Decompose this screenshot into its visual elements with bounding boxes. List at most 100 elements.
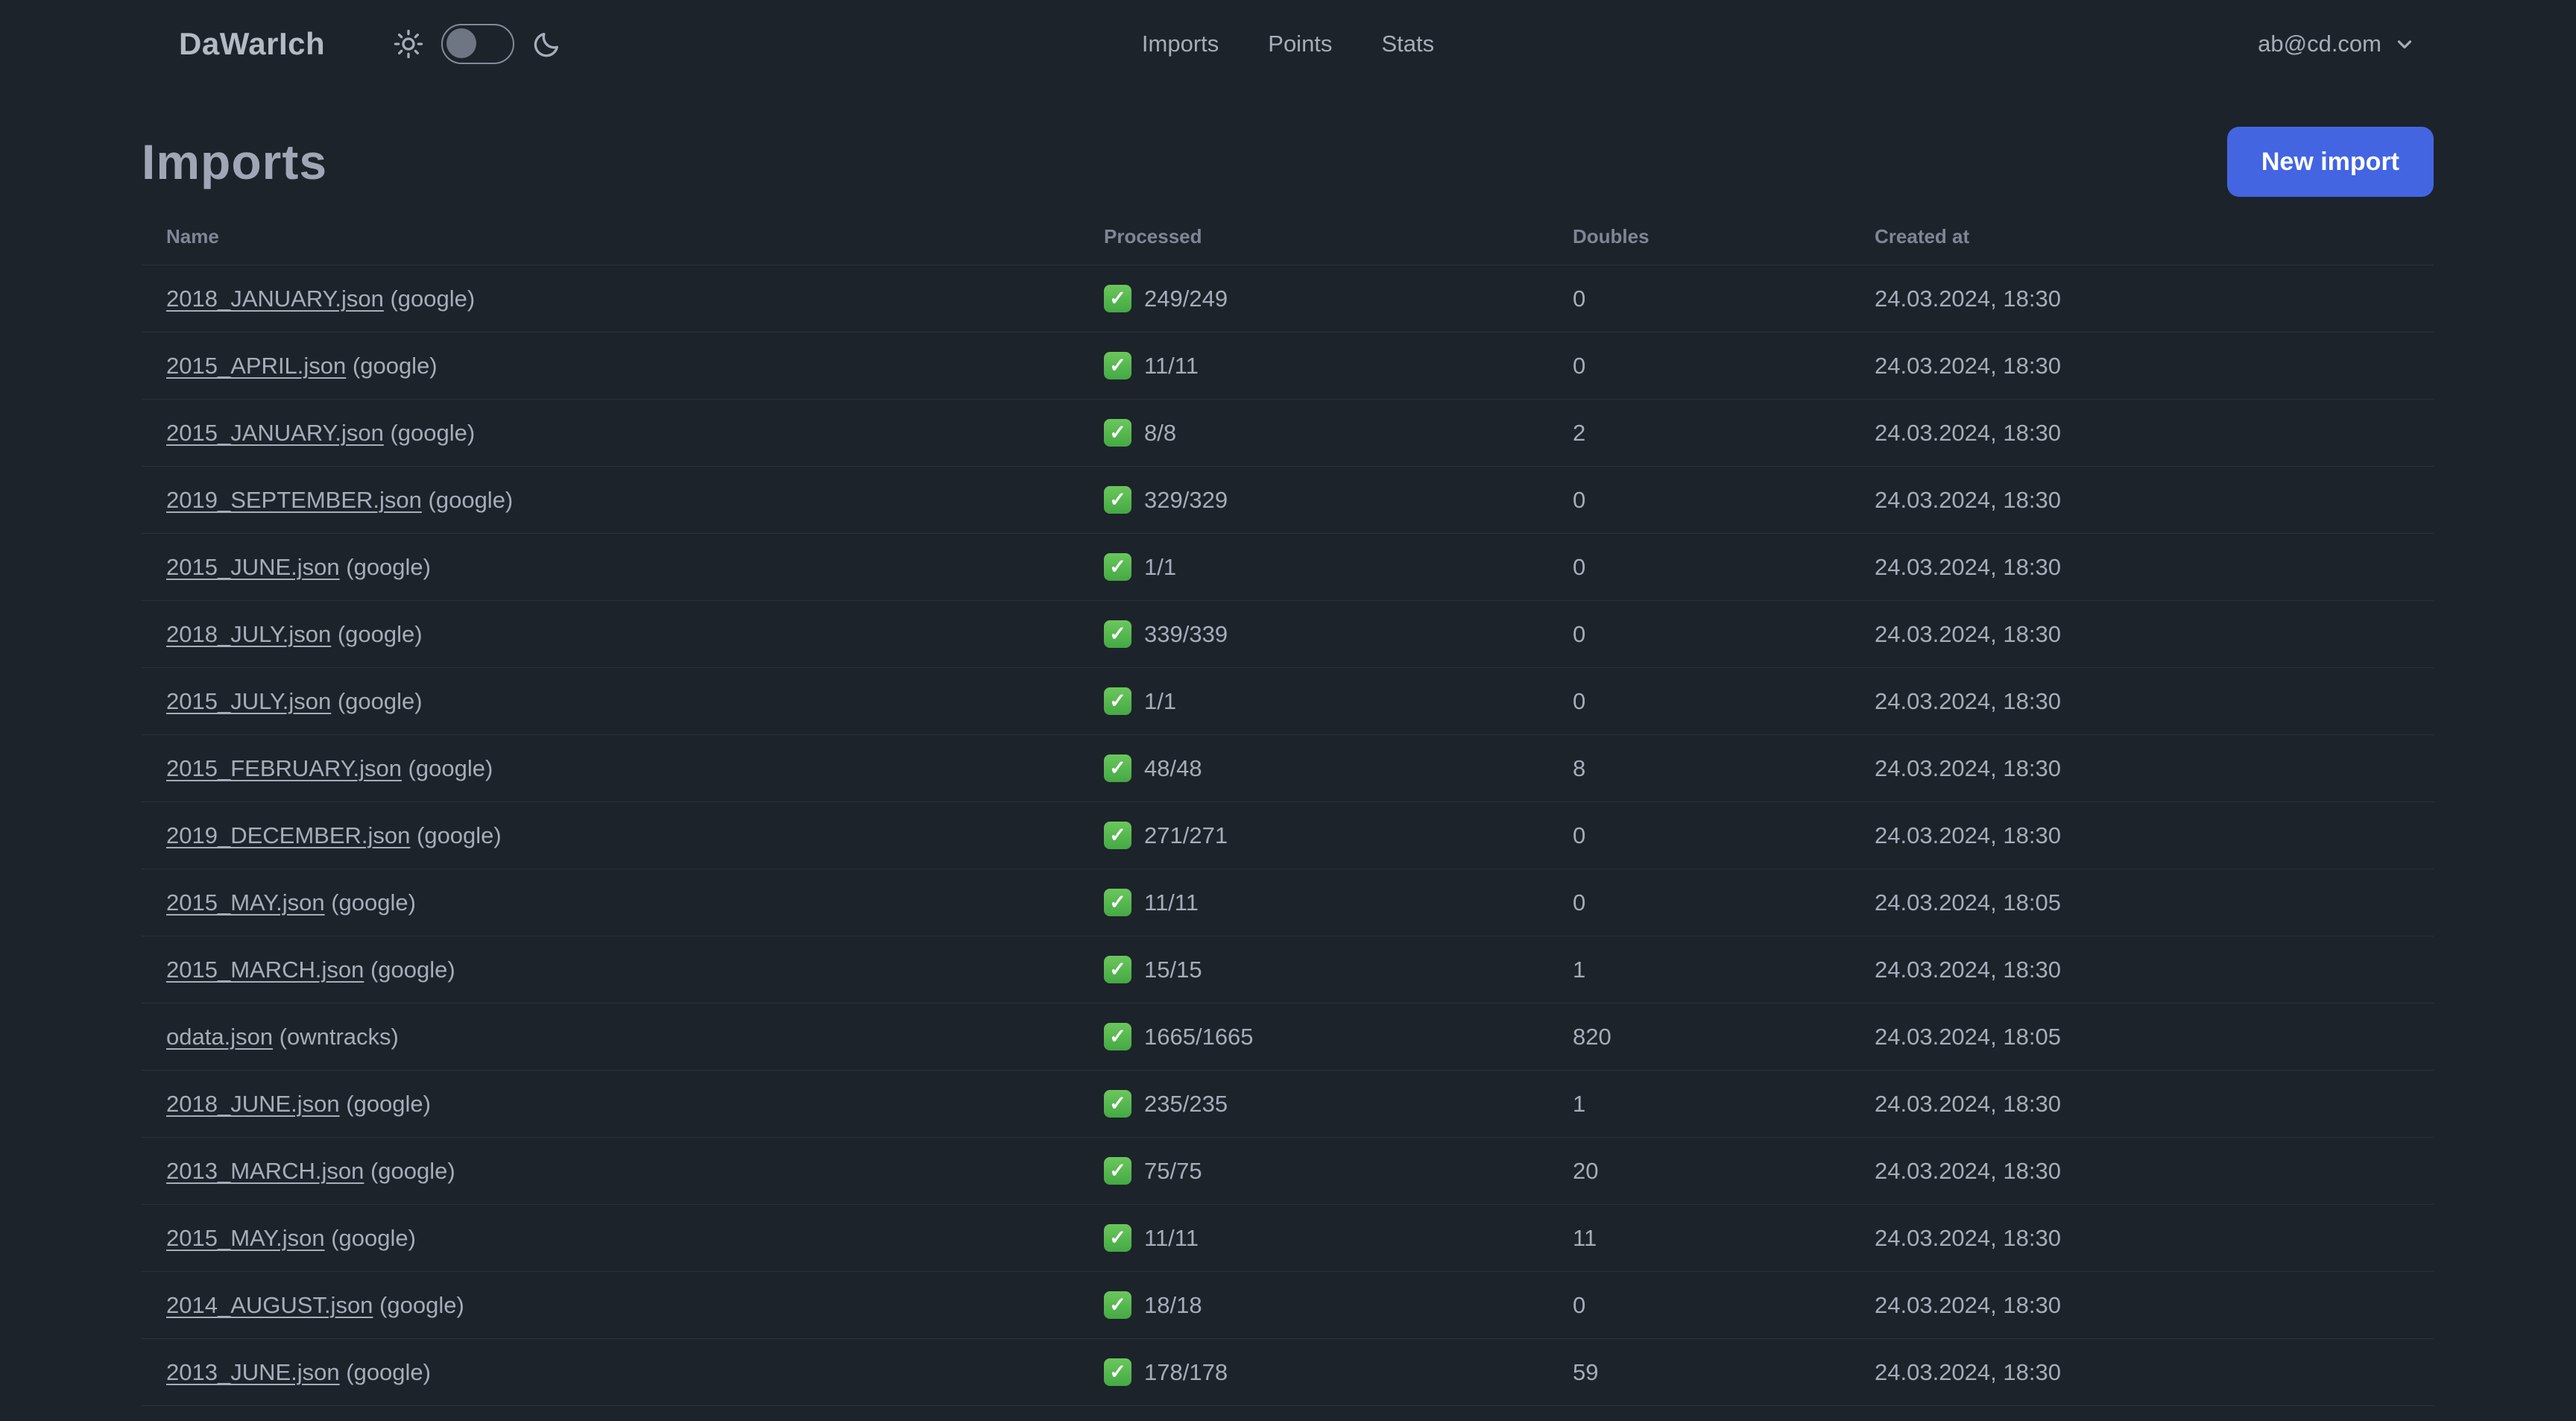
processed-count: 75/75 [1144,1157,1202,1184]
file-link[interactable]: 2015_APRIL.json [166,353,346,379]
table-row: 2018_JUNE.json (google) ✓ 235/235 1 24.0… [142,1070,2434,1137]
created-at: 24.03.2024, 18:30 [1875,419,2061,446]
doubles-count: 59 [1573,1358,1599,1385]
file-link[interactable]: 2015_MAY.json [166,889,325,916]
doubles-count: 0 [1573,620,1586,647]
file-link[interactable]: 2015_MARCH.json [166,957,364,983]
name-cell: 2015_MAY.json (google) [166,1225,1104,1252]
check-mark-button-emoji: ✓ [1104,754,1131,782]
processed-count: 249/249 [1144,285,1228,312]
row-source: (google) [364,956,455,983]
file-link[interactable]: 2014_AUGUST.json [166,1292,373,1318]
row-source: (google) [383,285,476,312]
table-row: 2015_FEBRUARY.json (google) ✓ 48/48 8 24… [142,734,2434,801]
main-content: Imports New import Name Processed Double… [142,127,2434,1421]
name-cell: 2015_APRIL.json (google) [166,353,1104,379]
row-source: (google) [410,822,502,848]
processed-count: 11/11 [1144,352,1199,379]
account-menu[interactable]: ab@cd.com [2258,31,2416,57]
row-source: (google) [421,486,514,513]
row-source: (google) [324,889,416,916]
doubles-count: 0 [1573,889,1586,916]
table-row: 2015_JULY.json (google) ✓ 1/1 0 24.03.20… [142,667,2434,734]
file-link[interactable]: 2013_MARCH.json [166,1158,364,1184]
name-cell: 2013_MARCH.json (google) [166,1158,1104,1185]
file-link[interactable]: odata.json [166,1024,273,1050]
name-cell: 2015_MAY.json (google) [166,889,1104,916]
file-link[interactable]: 2015_MAY.json [166,1225,325,1251]
table-row: 2018_JANUARY.json (google) ✓ 249/249 0 2… [142,265,2434,332]
name-cell: 2014_AUGUST.json (google) [166,1292,1104,1319]
check-mark-button-emoji: ✓ [1104,285,1131,312]
doubles-count: 0 [1573,687,1586,714]
processed-cell: ✓ 15/15 [1104,956,1573,983]
processed-count: 48/48 [1144,754,1202,781]
table-row: 2015_APRIL.json (google) ✓ 11/11 0 24.03… [142,332,2434,399]
doubles-count: 11 [1573,1224,1597,1251]
row-source: (google) [383,419,476,446]
file-link[interactable]: 2018_JULY.json [166,621,331,647]
row-source: (google) [331,687,423,714]
check-mark-button-emoji: ✓ [1104,1358,1131,1386]
file-link[interactable]: 2013_JUNE.json [166,1359,340,1385]
account-email: ab@cd.com [2258,31,2381,57]
processed-cell: ✓ 11/11 [1104,352,1573,379]
processed-cell: ✓ 271/271 [1104,822,1573,849]
doubles-count: 1 [1573,1090,1586,1117]
name-cell: odata.json (owntracks) [166,1024,1104,1050]
created-at: 24.03.2024, 18:30 [1875,956,2061,983]
processed-count: 15/15 [1144,956,1202,983]
created-at: 24.03.2024, 18:30 [1875,285,2061,312]
processed-cell: ✓ 8/8 [1104,419,1573,447]
file-link[interactable]: 2015_JANUARY.json [166,420,384,446]
chevron-down-icon [2393,33,2416,55]
nav-link-imports[interactable]: Imports [1142,31,1219,57]
check-mark-button-emoji: ✓ [1104,352,1131,379]
name-cell: 2015_JULY.json (google) [166,688,1104,715]
page-title: Imports [142,134,328,189]
doubles-count: 8 [1573,754,1586,781]
table-row: 2019_SEPTEMBER.json (google) ✓ 329/329 0… [142,466,2434,533]
file-link[interactable]: 2015_FEBRUARY.json [166,755,402,781]
file-link[interactable]: 2015_JUNE.json [166,554,340,580]
nav-link-points[interactable]: Points [1268,31,1332,57]
page-head: Imports New import [142,127,2434,197]
table-row: 2015_MAY.json (google) ✓ 11/11 0 24.03.2… [142,869,2434,936]
processed-cell: ✓ 11/11 [1104,889,1573,916]
check-mark-button-emoji: ✓ [1104,956,1131,983]
table-row: 2015_MAY.json (google) ✓ 11/11 11 24.03.… [142,1204,2434,1271]
row-source: (google) [324,1224,416,1251]
check-mark-button-emoji: ✓ [1104,419,1131,447]
file-link[interactable]: 2018_JANUARY.json [166,286,384,312]
created-at: 24.03.2024, 18:30 [1875,1157,2061,1184]
file-link[interactable]: 2019_SEPTEMBER.json [166,487,422,513]
file-link[interactable]: 2018_JUNE.json [166,1091,340,1117]
processed-cell: ✓ 48/48 [1104,754,1573,782]
doubles-count: 0 [1573,553,1586,580]
nav-link-stats[interactable]: Stats [1381,31,1434,57]
new-import-button[interactable]: New import [2226,127,2434,197]
check-mark-button-emoji: ✓ [1104,553,1131,581]
processed-cell: ✓ 235/235 [1104,1090,1573,1118]
processed-count: 11/11 [1144,889,1199,916]
table-row: 2014_AUGUST.json (google) ✓ 18/18 0 24.0… [142,1271,2434,1338]
check-mark-button-emoji: ✓ [1104,1224,1131,1252]
row-source: (google) [339,1090,431,1117]
check-mark-button-emoji: ✓ [1104,687,1131,715]
file-link[interactable]: 2019_DECEMBER.json [166,822,410,848]
processed-cell: ✓ 249/249 [1104,285,1573,312]
file-link[interactable]: 2015_JULY.json [166,688,331,714]
row-source: (google) [373,1291,464,1318]
name-cell: 2019_DECEMBER.json (google) [166,822,1104,849]
check-mark-button-emoji: ✓ [1104,1291,1131,1319]
check-mark-button-emoji: ✓ [1104,889,1131,916]
check-mark-button-emoji: ✓ [1104,486,1131,514]
theme-toggle[interactable] [441,24,515,64]
sun-icon [394,29,423,59]
doubles-count: 2 [1573,419,1586,446]
brand-logo[interactable]: DaWarIch [179,26,325,62]
navbar: DaWarIch Imports Points Stats ab@cd.com [0,0,2576,88]
doubles-count: 0 [1573,1291,1586,1318]
table-row: 2015_JUNE.json (google) ✓ 1/1 0 24.03.20… [142,533,2434,600]
created-at: 24.03.2024, 18:30 [1875,1358,2061,1385]
